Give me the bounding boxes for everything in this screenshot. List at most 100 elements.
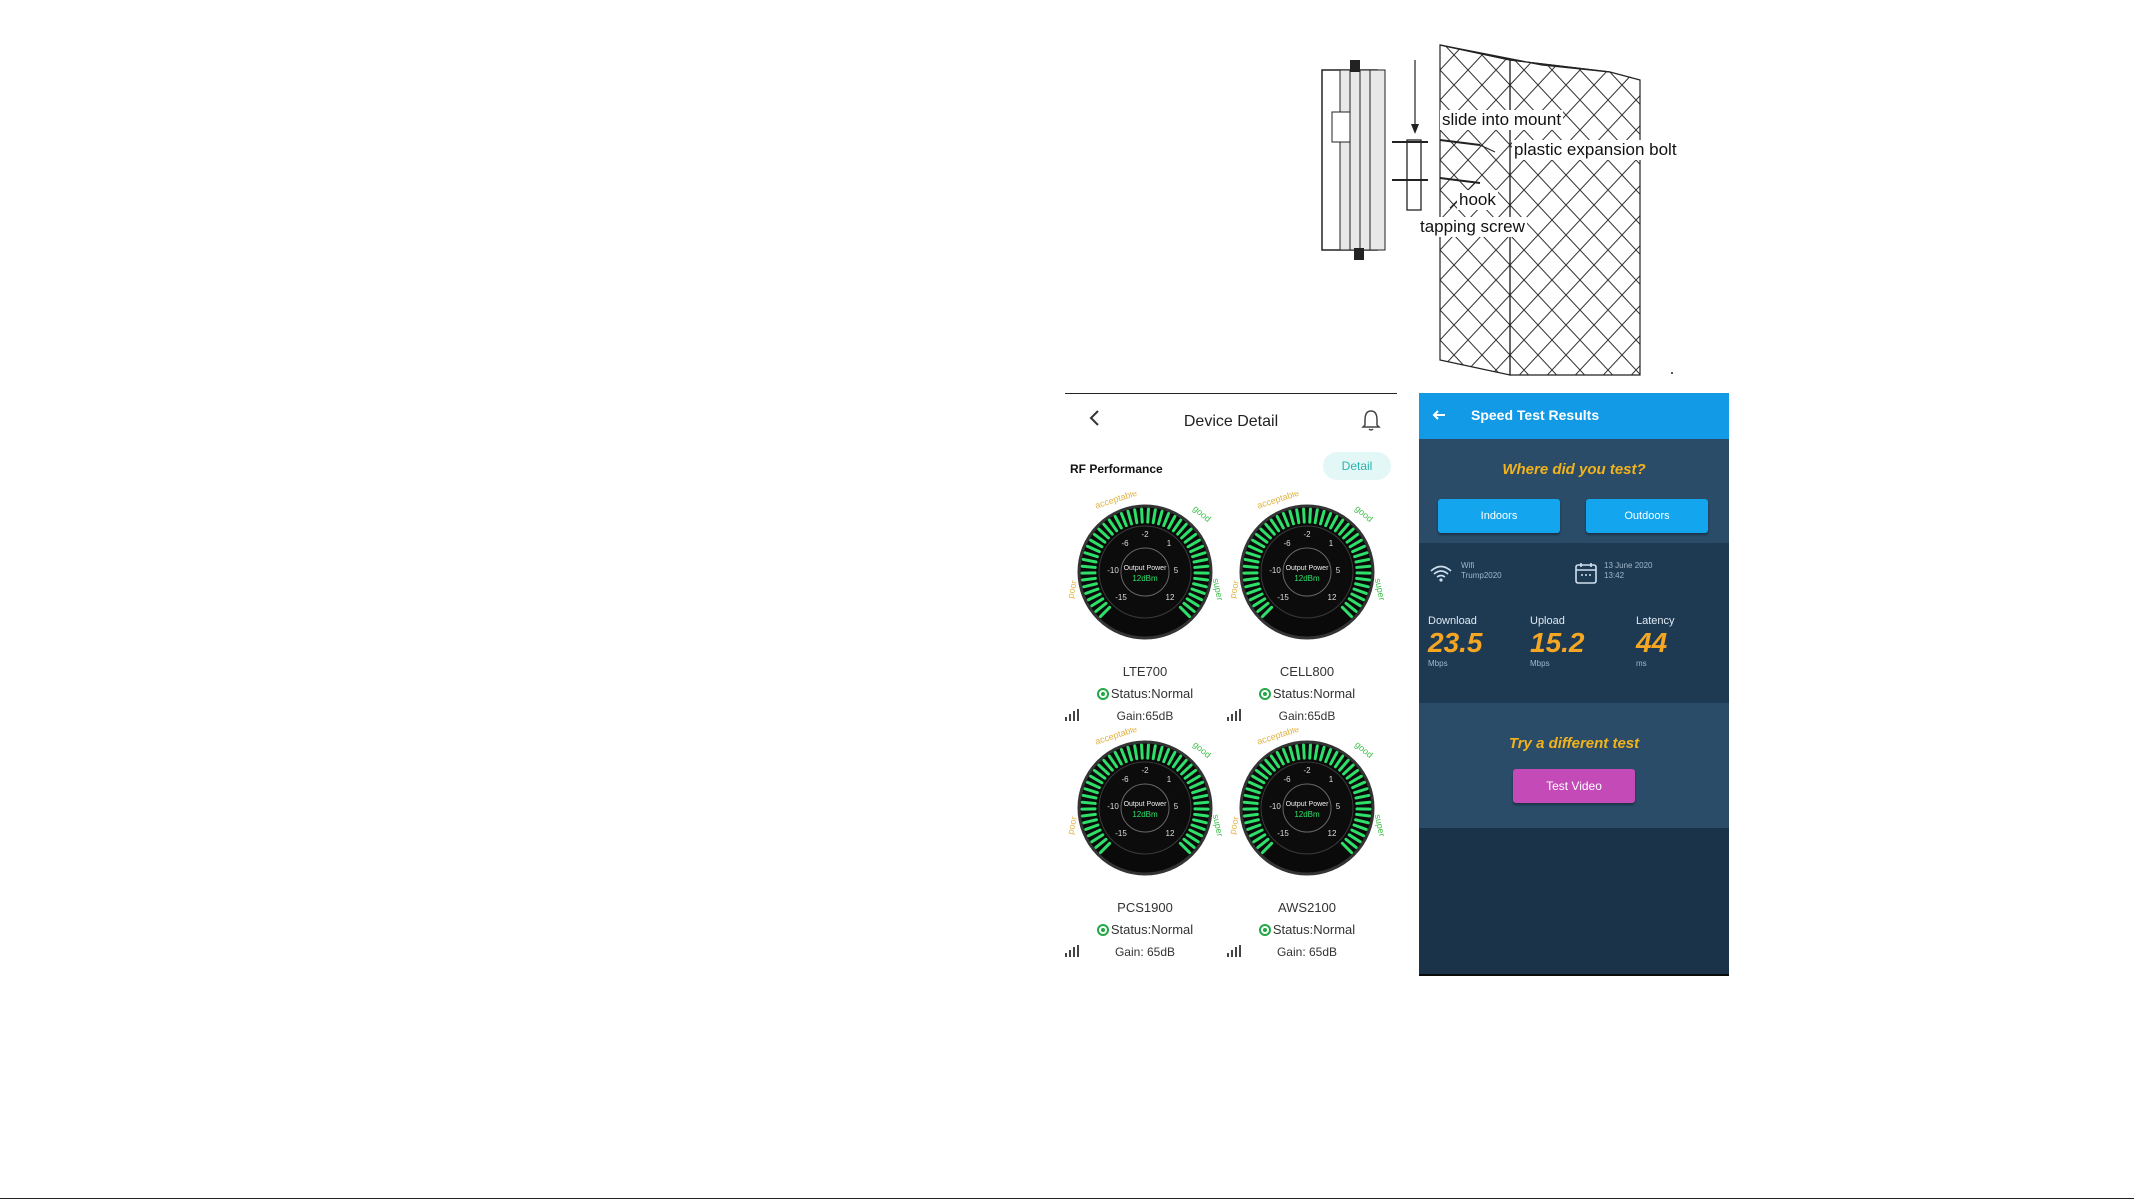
- gauge-scale-label: -6: [1121, 539, 1129, 548]
- gauge-tick: [1355, 564, 1372, 569]
- gauge-scale-label: -2: [1303, 530, 1311, 539]
- gauge-caption: Output Power: [1124, 565, 1167, 572]
- gauge-tick: [1295, 508, 1301, 525]
- test-location-panel: Where did you test? Indoors Outdoors: [1419, 439, 1729, 543]
- gauge-tick: [1133, 508, 1139, 525]
- gauge-value: 12dBm: [1132, 810, 1158, 819]
- gauge-tick: [1313, 744, 1319, 761]
- gauge-caption: Output Power: [1286, 565, 1329, 572]
- gauge-scale-label: 1: [1329, 539, 1334, 548]
- status-ok-icon: [1258, 924, 1271, 936]
- band-name: CELL800: [1279, 664, 1335, 679]
- gauge-tick: [1151, 508, 1157, 525]
- gauge-scale-label: 5: [1336, 566, 1341, 575]
- gauge-scale-label: -10: [1107, 802, 1119, 811]
- try-different-test-title: Try a different test: [1508, 735, 1640, 752]
- mounting-diagram: slide into mount plastic expansion bolt …: [1300, 40, 1720, 380]
- gauge-scale-label: 12: [1166, 593, 1175, 602]
- band-name: LTE700: [1122, 664, 1168, 679]
- band-card-cell800[interactable]: -2 -6 1 -10 5 -15 12 Output Power 12dBm acceptabl…: [1227, 492, 1387, 726]
- output-power-gauge: -2-6 1-10 5-15 12Output Power12dBmacceptabl…: [1227, 728, 1387, 876]
- bolt-label: plastic expansion bolt: [1512, 140, 1679, 160]
- gauge-zone-label: good: [1353, 739, 1375, 760]
- gauge-scale-label: -15: [1115, 593, 1127, 602]
- output-power-gauge: -2-6 1-10 5-15 12Output Power12dBmacceptabl…: [1065, 492, 1225, 640]
- latency-value: 44: [1636, 627, 1668, 658]
- rf-performance-row: RF Performance Detail: [1065, 450, 1397, 486]
- wifi-icon: [1430, 565, 1452, 582]
- test-date: 13 June 2020: [1604, 561, 1653, 570]
- status-text: Status:Normal: [1272, 922, 1356, 937]
- device-detail-header: Device Detail: [1065, 394, 1397, 450]
- gauge-tick: [1081, 576, 1097, 582]
- network-info: Wifi Trump2020: [1461, 561, 1502, 581]
- detail-button[interactable]: Detail: [1323, 452, 1391, 480]
- gauge-zone-label: super: [1373, 577, 1387, 601]
- gauge-scale-label: -10: [1269, 566, 1281, 575]
- band-status: Status:Normal: [1065, 922, 1225, 937]
- band-card-lte700[interactable]: -2 -6 1 -10 5 -15 12 Output Power 12dBm acceptabl…: [1065, 492, 1225, 726]
- gauge-scale-label: 5: [1174, 566, 1179, 575]
- gauge-zone-label: poor: [1065, 580, 1079, 600]
- gauge-tick: [1302, 507, 1306, 524]
- signal-bars-icon: [1227, 709, 1241, 721]
- gauge-tick: [1308, 743, 1312, 760]
- gauge-tick: [1355, 576, 1371, 582]
- status-ok-icon: [1096, 688, 1109, 700]
- band-gain: Gain:65dB: [1227, 709, 1387, 723]
- gauge-tick: [1242, 800, 1259, 805]
- signal-bars-icon: [1065, 945, 1079, 957]
- gauge-zone-label: good: [1191, 503, 1213, 524]
- gauge-scale-label: -2: [1141, 530, 1149, 539]
- gauge-scale-label: 5: [1336, 802, 1341, 811]
- indoors-button[interactable]: Indoors: [1438, 499, 1560, 533]
- try-different-test-panel: Try a different test Test Video: [1419, 703, 1729, 828]
- gauge-scale-label: -10: [1107, 566, 1119, 575]
- status-text: Status:Normal: [1110, 922, 1194, 937]
- gauge-tick: [1151, 744, 1157, 761]
- band-status: Status:Normal: [1227, 922, 1387, 937]
- gauge-zone-label: poor: [1065, 816, 1079, 836]
- gauge-zone-label: poor: [1227, 816, 1241, 836]
- speed-test-appbar: Speed Test Results: [1419, 393, 1729, 439]
- gauge-scale-label: -10: [1269, 802, 1281, 811]
- signal-bars-icon: [1065, 709, 1079, 721]
- band-card-aws2100[interactable]: -2 -6 1 -10 5 -15 12 Output Power 12dBm acceptabl…: [1227, 728, 1387, 962]
- output-power-gauge: -2-6 1-10 5-15 12Output Power12dBmacceptabl…: [1227, 492, 1387, 640]
- gain-text: Gain: 65dB: [1114, 945, 1176, 959]
- speed-test-screen: Speed Test Results Where did you test? I…: [1419, 393, 1729, 976]
- download-unit: Mbps: [1428, 659, 1448, 668]
- gauge-scale-label: 1: [1329, 775, 1334, 784]
- gauge-tick: [1243, 812, 1259, 818]
- gauge-value: 12dBm: [1132, 574, 1158, 583]
- gauge-zone-label: super: [1211, 577, 1225, 601]
- signal-bars-icon: [1227, 945, 1241, 957]
- gauge-scale-label: -6: [1121, 775, 1129, 784]
- gauge-tick: [1193, 812, 1209, 818]
- band-status: Status:Normal: [1065, 686, 1225, 701]
- gauge-scale-label: -15: [1277, 829, 1289, 838]
- gauge-scale-label: -15: [1277, 593, 1289, 602]
- results-panel: Wifi Trump2020 13 June 2020 13:42 Downlo…: [1419, 543, 1729, 703]
- back-arrow-icon[interactable]: [1429, 405, 1449, 425]
- outdoors-button[interactable]: Outdoors: [1586, 499, 1708, 533]
- upload-value: 15.2: [1530, 627, 1585, 658]
- gauge-scale-label: -15: [1115, 829, 1127, 838]
- gauge-tick: [1146, 743, 1150, 760]
- mounting-illustration: [1321, 44, 1673, 376]
- test-video-button[interactable]: Test Video: [1513, 769, 1635, 803]
- gauge-tick: [1140, 507, 1144, 524]
- output-power-gauge: -2-6 1-10 5-15 12Output Power12dBmacceptabl…: [1065, 728, 1225, 876]
- band-status: Status:Normal: [1227, 686, 1387, 701]
- gauge-tick: [1355, 812, 1371, 818]
- gauge-tick: [1355, 800, 1372, 805]
- bell-icon[interactable]: [1360, 408, 1382, 432]
- gauge-tick: [1242, 564, 1259, 569]
- gauge-value: 12dBm: [1294, 574, 1320, 583]
- band-card-pcs1900[interactable]: -2 -6 1 -10 5 -15 12 Output Power 12dBm acceptabl…: [1065, 728, 1225, 962]
- page-title: Device Detail: [1183, 413, 1279, 430]
- gauge-caption: Output Power: [1286, 801, 1329, 808]
- download-label: Download: [1428, 615, 1477, 627]
- gauge-tick: [1146, 507, 1150, 524]
- hook-label: hook: [1457, 190, 1498, 210]
